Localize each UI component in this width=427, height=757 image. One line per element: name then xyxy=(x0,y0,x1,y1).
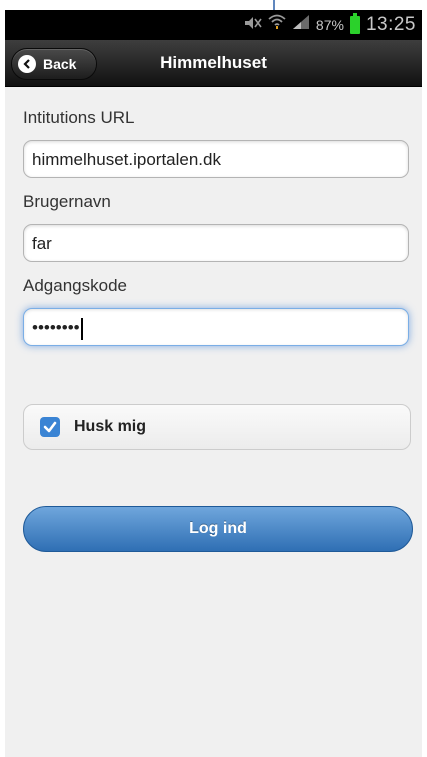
back-button[interactable]: Back xyxy=(11,48,97,80)
password-mask: •••••••• xyxy=(32,318,80,337)
url-label: Intitutions URL xyxy=(23,108,135,127)
checkmark-icon xyxy=(43,421,57,433)
battery-percentage: 87% xyxy=(315,17,344,33)
username-input[interactable]: far xyxy=(23,224,409,262)
remember-me-label: Husk mig xyxy=(74,418,147,435)
phone-screen: 87% 13:25 Himmelhuset Back Intitutions U… xyxy=(0,0,427,757)
signal-icon xyxy=(292,10,310,40)
back-button-label: Back xyxy=(43,56,77,72)
remember-me-row[interactable]: Husk mig xyxy=(23,404,411,450)
status-bar: 87% 13:25 xyxy=(5,10,422,40)
password-label: Adgangskode xyxy=(23,276,127,295)
app-header: Himmelhuset Back xyxy=(5,40,422,87)
url-input[interactable]: himmelhuset.iportalen.dk xyxy=(23,140,409,178)
status-time: 13:25 xyxy=(365,14,416,35)
notification-muted-icon xyxy=(244,10,262,40)
username-label: Brugernavn xyxy=(23,192,111,211)
remember-me-checkbox[interactable] xyxy=(40,417,60,437)
chevron-left-icon xyxy=(18,55,36,73)
login-form: Intitutions URL himmelhuset.iportalen.dk… xyxy=(5,87,422,757)
password-input[interactable]: •••••••• xyxy=(23,308,409,346)
wifi-icon xyxy=(268,10,286,40)
battery-icon xyxy=(349,13,360,34)
text-cursor xyxy=(80,317,83,340)
login-button[interactable]: Log ind xyxy=(23,506,413,552)
